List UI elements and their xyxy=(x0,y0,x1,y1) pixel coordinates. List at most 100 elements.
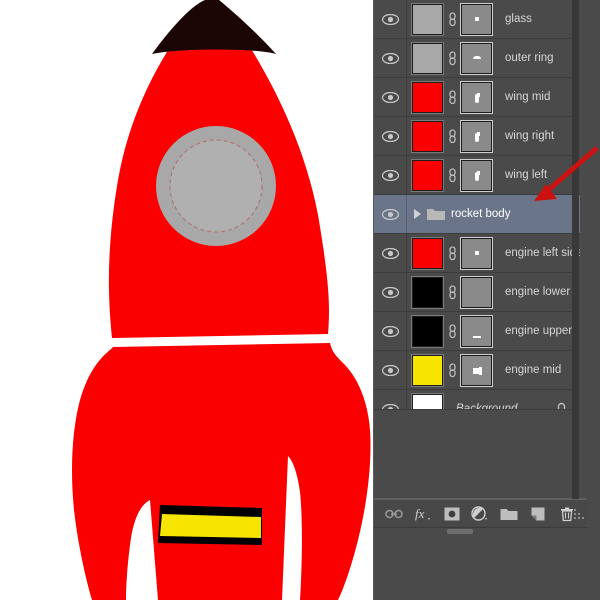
layer-link-indicator[interactable] xyxy=(446,11,458,27)
layer-thumbnail[interactable] xyxy=(412,42,443,74)
layer-visibility-toggle[interactable] xyxy=(374,312,407,350)
layer-thumbnail[interactable] xyxy=(412,237,443,269)
rocket-illustration xyxy=(72,0,371,600)
layer-thumbnail[interactable] xyxy=(412,81,443,113)
link-chain-icon xyxy=(448,362,456,377)
layer-mask-icon[interactable] xyxy=(441,503,463,525)
link-chain-icon xyxy=(448,323,456,338)
layer-row[interactable]: engine upper xyxy=(374,312,580,351)
layer-row[interactable]: engine mid xyxy=(374,351,580,390)
rocket-nose-cone xyxy=(152,0,276,54)
layer-visibility-toggle[interactable] xyxy=(374,273,407,311)
layer-thumbnail[interactable] xyxy=(412,315,443,347)
layer-thumbnails[interactable] xyxy=(407,3,492,35)
layer-row[interactable]: outer ring xyxy=(374,39,580,78)
layer-link-indicator[interactable] xyxy=(446,362,458,378)
layer-thumbnails[interactable] xyxy=(407,276,492,308)
layer-thumbnail[interactable] xyxy=(412,3,443,35)
layer-link-indicator[interactable] xyxy=(446,128,458,144)
layer-row[interactable]: glass xyxy=(374,0,580,39)
layer-visibility-toggle[interactable] xyxy=(374,234,407,272)
layer-row[interactable]: wing mid xyxy=(374,78,580,117)
layer-thumbnail[interactable] xyxy=(412,159,443,191)
adjustment-icon xyxy=(471,505,488,521)
eye-icon xyxy=(381,169,399,181)
layer-visibility-toggle[interactable] xyxy=(374,156,407,194)
eye-icon xyxy=(381,91,399,103)
folder-icon xyxy=(427,209,445,220)
layer-name: engine left side xyxy=(505,247,580,259)
new-layer-icon[interactable] xyxy=(527,503,549,525)
layer-mask-thumbnail[interactable] xyxy=(461,315,492,347)
layer-row[interactable]: wing right xyxy=(374,117,580,156)
mask-mark xyxy=(477,170,480,175)
layer-thumbnails[interactable] xyxy=(407,354,492,386)
layer-visibility-toggle[interactable] xyxy=(374,78,407,116)
layer-thumbnails[interactable] xyxy=(407,42,492,74)
layer-visibility-toggle[interactable] xyxy=(374,117,407,155)
vertical-scrollbar[interactable] xyxy=(572,0,579,499)
layer-visibility-toggle[interactable] xyxy=(374,351,407,389)
layer-mask-thumbnail[interactable] xyxy=(461,81,492,113)
layer-group-thumbnail[interactable] xyxy=(407,206,446,222)
link-chain-icon xyxy=(448,245,456,260)
link-chain-icon xyxy=(448,11,456,26)
layer-row[interactable]: engine left side xyxy=(374,234,580,273)
layer-name: wing right xyxy=(505,130,555,142)
eye-icon xyxy=(381,52,399,64)
fx-icon[interactable]: fx xyxy=(412,503,434,525)
layer-thumbnail[interactable] xyxy=(412,276,443,308)
link-icon xyxy=(385,509,404,518)
layer-thumbnail[interactable] xyxy=(412,354,443,386)
mask-mark xyxy=(479,366,482,375)
horizontal-scrollbar[interactable] xyxy=(374,528,587,536)
layer-mask-thumbnail[interactable] xyxy=(461,3,492,35)
layer-mask-thumbnail[interactable] xyxy=(461,237,492,269)
layer-thumbnails[interactable] xyxy=(407,159,492,191)
layer-mask-thumbnail[interactable] xyxy=(461,120,492,152)
layer-name: wing left xyxy=(505,169,548,181)
mask-mark xyxy=(473,335,481,338)
layer-row[interactable]: engine lower xyxy=(374,273,580,312)
layer-thumbnail[interactable] xyxy=(412,120,443,152)
layer-link-indicator[interactable] xyxy=(446,323,458,339)
layer-mask-thumbnail[interactable] xyxy=(461,354,492,386)
layer-link-indicator[interactable] xyxy=(446,89,458,105)
layer-thumbnails[interactable] xyxy=(407,315,492,347)
mask-mark xyxy=(477,131,480,136)
window-glass xyxy=(169,139,263,233)
layer-list[interactable]: glass outer ring wing mid wing right wing le… xyxy=(374,0,580,429)
layer-mask-thumbnail[interactable] xyxy=(461,276,492,308)
fx-icon: fx xyxy=(415,506,431,521)
layer-link-indicator[interactable] xyxy=(446,167,458,183)
horizontal-scrollbar-thumb[interactable] xyxy=(447,529,473,534)
layer-mask-icon xyxy=(444,507,460,520)
layer-visibility-toggle[interactable] xyxy=(374,0,407,38)
chevron-right-icon[interactable] xyxy=(414,209,421,219)
layers-toolbar[interactable]: fx xyxy=(374,499,587,528)
layer-visibility-toggle[interactable] xyxy=(374,195,407,233)
eye-icon xyxy=(381,13,399,25)
link-icon[interactable] xyxy=(383,503,405,525)
layer-mask-thumbnail[interactable] xyxy=(461,159,492,191)
layer-visibility-toggle[interactable] xyxy=(374,39,407,77)
link-chain-icon xyxy=(448,128,456,143)
eye-icon xyxy=(381,364,399,376)
layer-link-indicator[interactable] xyxy=(446,50,458,66)
svg-text:fx: fx xyxy=(415,506,425,521)
adjustment-icon[interactable] xyxy=(469,503,491,525)
layer-row[interactable]: wing left xyxy=(374,156,580,195)
layer-thumbnails[interactable] xyxy=(407,81,492,113)
link-chain-icon xyxy=(448,284,456,299)
layer-mask-thumbnail[interactable] xyxy=(461,42,492,74)
folder-icon[interactable] xyxy=(498,503,520,525)
layer-row[interactable]: rocket body xyxy=(374,195,580,234)
new-group-folder-icon xyxy=(500,508,518,520)
layer-name: glass xyxy=(505,13,532,25)
layer-thumbnails[interactable] xyxy=(407,237,492,269)
artwork-canvas[interactable] xyxy=(0,0,373,600)
resize-grip[interactable] xyxy=(572,507,584,519)
layer-thumbnails[interactable] xyxy=(407,120,492,152)
layer-link-indicator[interactable] xyxy=(446,245,458,261)
layer-link-indicator[interactable] xyxy=(446,284,458,300)
